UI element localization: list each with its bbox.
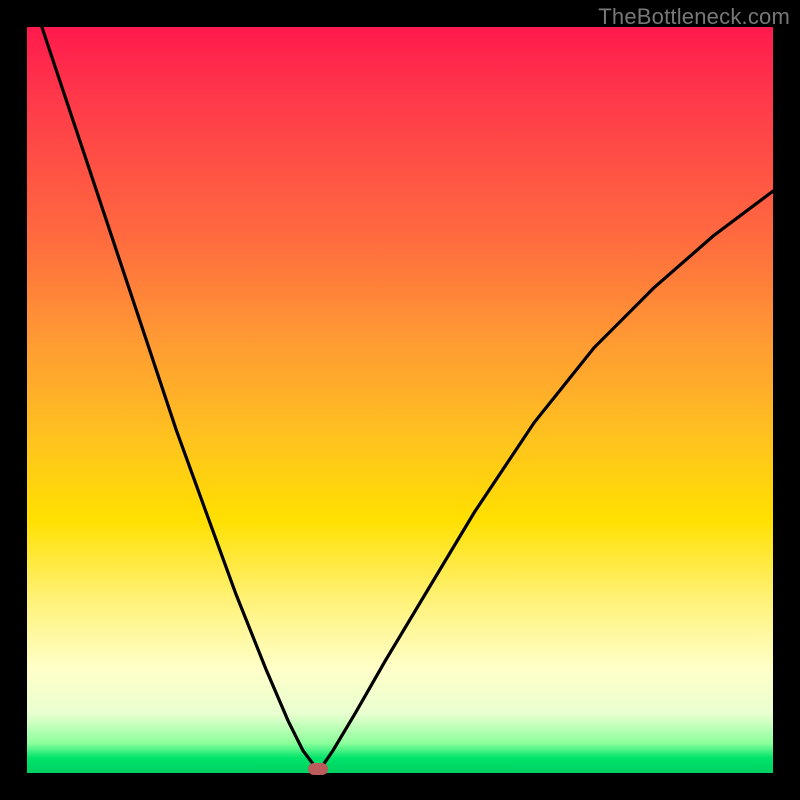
bottleneck-curve (27, 27, 773, 773)
plot-area (27, 27, 773, 773)
optimal-point-marker (308, 763, 328, 775)
chart-frame: TheBottleneck.com (0, 0, 800, 800)
